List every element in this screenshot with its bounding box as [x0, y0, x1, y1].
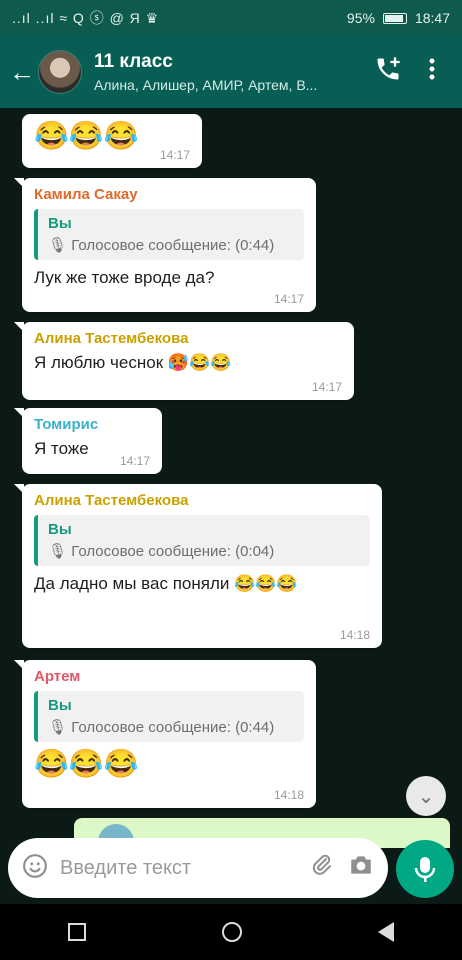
quoted-sender: Вы [48, 215, 72, 232]
message-text: Да ладно мы вас поняли 😂😂😂 [34, 574, 298, 593]
group-avatar[interactable] [38, 50, 82, 94]
quoted-text: 🎙 Голосовое сообщение: (0:44) [48, 719, 275, 736]
message-bubble[interactable]: 😂😂😂 14:17 [22, 114, 202, 168]
battery-icon [382, 12, 407, 24]
message-input[interactable]: Введите текст [60, 857, 296, 880]
message-emoji: 😂😂😂 [34, 120, 139, 151]
message-bubble[interactable]: Томирис Я тоже 14:17 [14, 408, 162, 474]
add-call-icon[interactable] [366, 55, 410, 89]
sender-name: Алина Тастембекова [34, 330, 189, 347]
message-text: Я люблю чеснок 🥵😂😂 [34, 353, 232, 372]
message-time: 14:17 [119, 454, 150, 468]
quoted-sender: Вы [48, 697, 72, 714]
quoted-message[interactable]: Вы 🎙 Голосовое сообщение: (0:44) [34, 209, 304, 260]
paperclip-icon[interactable] [310, 853, 334, 883]
recent-apps-icon[interactable] [68, 923, 86, 941]
quoted-text: 🎙 Голосовое сообщение: (0:04) [48, 543, 275, 560]
system-back-icon[interactable] [378, 922, 394, 942]
chat-title: 11 класс [94, 51, 173, 72]
message-time: 14:18 [273, 788, 304, 802]
mic-button[interactable] [396, 840, 454, 898]
message-time: 14:17 [311, 380, 342, 394]
system-nav-bar [0, 904, 462, 960]
sender-name: Артем [34, 668, 81, 685]
sender-name: Томирис [34, 416, 99, 433]
chat-title-block[interactable]: 11 класс Алина, Алишер, АМИР, Артем, В..… [94, 51, 366, 93]
quoted-text: 🎙 Голосовое сообщение: (0:44) [48, 237, 275, 254]
message-composer[interactable]: Введите текст [8, 838, 388, 898]
mic-icon [414, 857, 436, 882]
quoted-message[interactable]: Вы 🎙 Голосовое сообщение: (0:44) [34, 691, 304, 742]
sender-name: Камила Сакау [34, 186, 138, 203]
message-time: 14:18 [339, 628, 370, 642]
quoted-message[interactable]: Вы 🎙 Голосовое сообщение: (0:04) [34, 515, 370, 566]
message-emoji: 😂😂😂 [34, 748, 139, 779]
battery-percent: 95% [346, 10, 375, 26]
scroll-down-button[interactable]: ⌄ [406, 776, 446, 816]
home-icon[interactable] [222, 922, 242, 942]
emoji-icon[interactable] [22, 853, 48, 884]
message-bubble[interactable]: Артем Вы 🎙 Голосовое сообщение: (0:44) 😂… [14, 660, 316, 808]
status-icons: ..ıl ..ıl ≈ Q ⓢ @ Я ♛ [12, 10, 160, 26]
sender-name: Алина Тастембекова [34, 492, 189, 509]
camera-icon[interactable] [348, 854, 374, 882]
message-text: Лук же тоже вроде да? [34, 268, 215, 287]
message-bubble[interactable]: Алина Тастембекова Я люблю чеснок 🥵😂😂 14… [14, 322, 354, 400]
chat-header: ← 11 класс Алина, Алишер, АМИР, Артем, В… [0, 36, 462, 108]
quoted-sender: Вы [48, 521, 72, 538]
back-arrow-icon[interactable]: ← [8, 57, 36, 88]
message-time: 14:17 [273, 292, 304, 306]
more-vert-icon[interactable] [410, 57, 454, 87]
message-time: 14:17 [159, 148, 190, 162]
participants-subtitle: Алина, Алишер, АМИР, Артем, В... [94, 77, 318, 93]
status-bar: ..ıl ..ıl ≈ Q ⓢ @ Я ♛ 95% 18:47 [0, 0, 462, 36]
message-bubble[interactable]: Камила Сакау Вы 🎙 Голосовое сообщение: (… [14, 178, 316, 312]
double-chevron-down-icon: ⌄ [417, 785, 435, 808]
message-list[interactable]: 😂😂😂 14:17 Камила Сакау Вы 🎙 Голосовое со… [0, 108, 462, 904]
clock: 18:47 [414, 10, 450, 26]
message-bubble[interactable]: Алина Тастембекова Вы 🎙 Голосовое сообще… [14, 484, 382, 648]
